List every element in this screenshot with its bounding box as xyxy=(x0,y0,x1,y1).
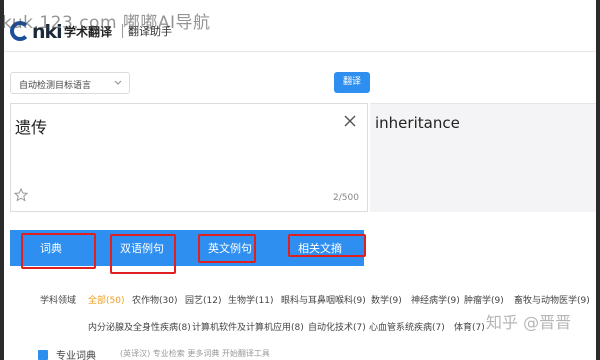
filter-neurology[interactable]: 神经病学(9) xyxy=(411,293,460,306)
window-left-border xyxy=(0,0,4,360)
dictionary-section-icon xyxy=(38,350,48,360)
filter-biology[interactable]: 生物学(11) xyxy=(228,293,273,306)
close-icon[interactable] xyxy=(343,114,357,128)
dictionary-section-title: 专业词典 xyxy=(56,351,96,360)
highlight-box-abstracts xyxy=(288,234,366,257)
highlight-box-dictionary xyxy=(21,233,96,269)
filter-automation[interactable]: 自动化技术(7) xyxy=(308,320,366,333)
translation-output-panel: inheritance xyxy=(370,103,596,212)
highlight-box-english xyxy=(198,234,256,263)
filter-ophthalmology-ent[interactable]: 眼科与耳鼻咽喉科(9) xyxy=(281,293,366,306)
character-count: 2/500 xyxy=(333,193,359,203)
filter-all[interactable]: 全部(50) xyxy=(88,293,124,306)
filter-endocrine[interactable]: 内分泌腺及全身性疾病(8) xyxy=(88,320,191,333)
filter-cardiovascular[interactable]: 心血管系统疾病(7) xyxy=(369,320,445,333)
filter-sports[interactable]: 体育(7) xyxy=(454,320,485,333)
highlight-box-bilingual xyxy=(110,234,176,274)
filter-computer-software[interactable]: 计算机软件及计算机应用(8) xyxy=(192,320,304,333)
watermark-bottom: 知乎 @晋晋 xyxy=(486,313,572,332)
source-text-input[interactable]: 遗传 xyxy=(15,114,47,138)
translate-button[interactable]: 翻译 xyxy=(334,72,370,93)
dictionary-section-links[interactable]: (英译汉) 专业检索 更多词典 开始翻译工具 xyxy=(120,348,270,359)
translation-output-text: inheritance xyxy=(375,114,460,132)
filter-mathematics[interactable]: 数学(9) xyxy=(371,293,402,306)
filter-crops[interactable]: 农作物(30) xyxy=(132,293,177,306)
filter-oncology[interactable]: 肿瘤学(9) xyxy=(464,293,504,306)
source-text-panel[interactable]: 遗传 2/500 xyxy=(10,103,368,212)
chevron-down-icon xyxy=(114,80,122,85)
watermark-top: kuk.123.com 嘟嘟AI导航 xyxy=(2,13,211,33)
target-language-select[interactable]: 自动检测目标语言 xyxy=(10,72,130,94)
window-right-border xyxy=(596,0,600,360)
filter-animal-husbandry[interactable]: 畜牧与动物医学(9) xyxy=(514,293,590,306)
star-icon[interactable] xyxy=(14,188,28,202)
filter-horticulture[interactable]: 园艺(12) xyxy=(185,293,221,306)
target-language-label: 自动检测目标语言 xyxy=(19,81,92,91)
filter-label-subject: 学科领域 xyxy=(40,296,77,306)
